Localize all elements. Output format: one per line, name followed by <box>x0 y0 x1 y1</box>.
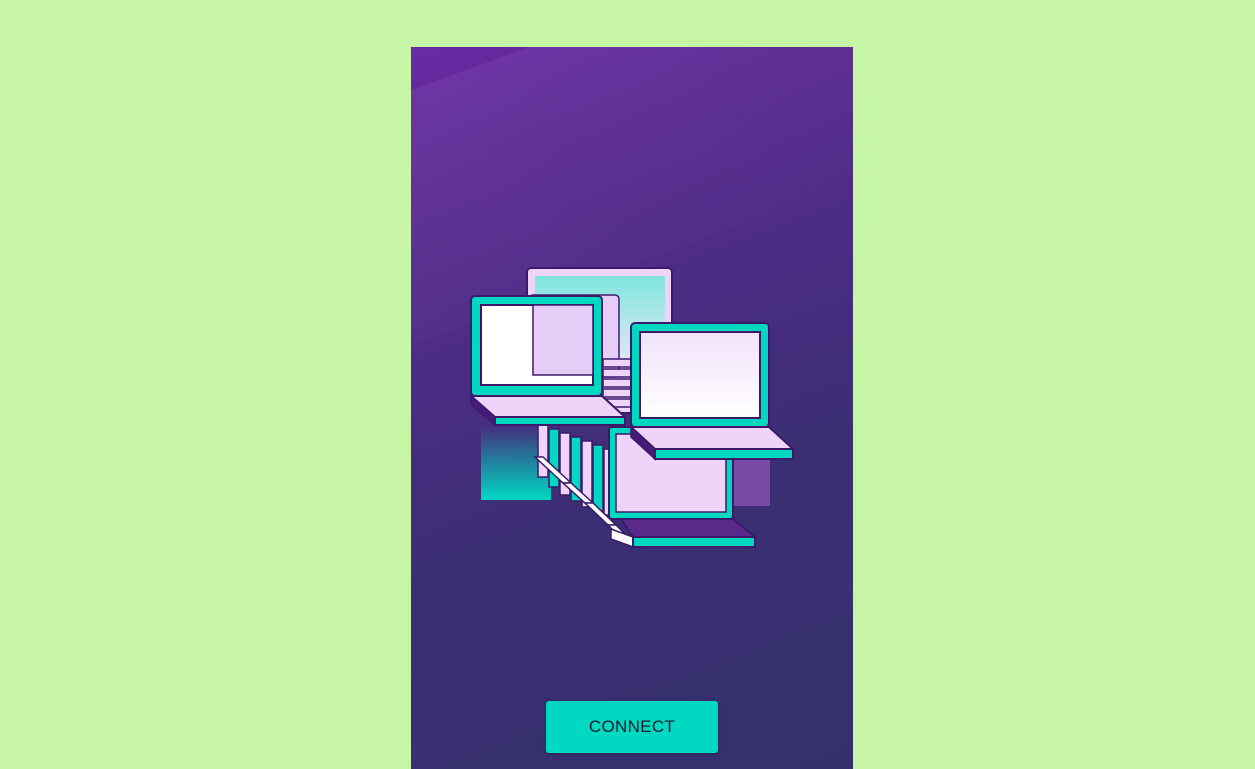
screen-background: CONNECT <box>0 0 1255 769</box>
connect-button[interactable]: CONNECT <box>546 701 718 753</box>
app-screen: CONNECT <box>411 47 853 769</box>
laptops-network-illustration <box>468 267 796 549</box>
